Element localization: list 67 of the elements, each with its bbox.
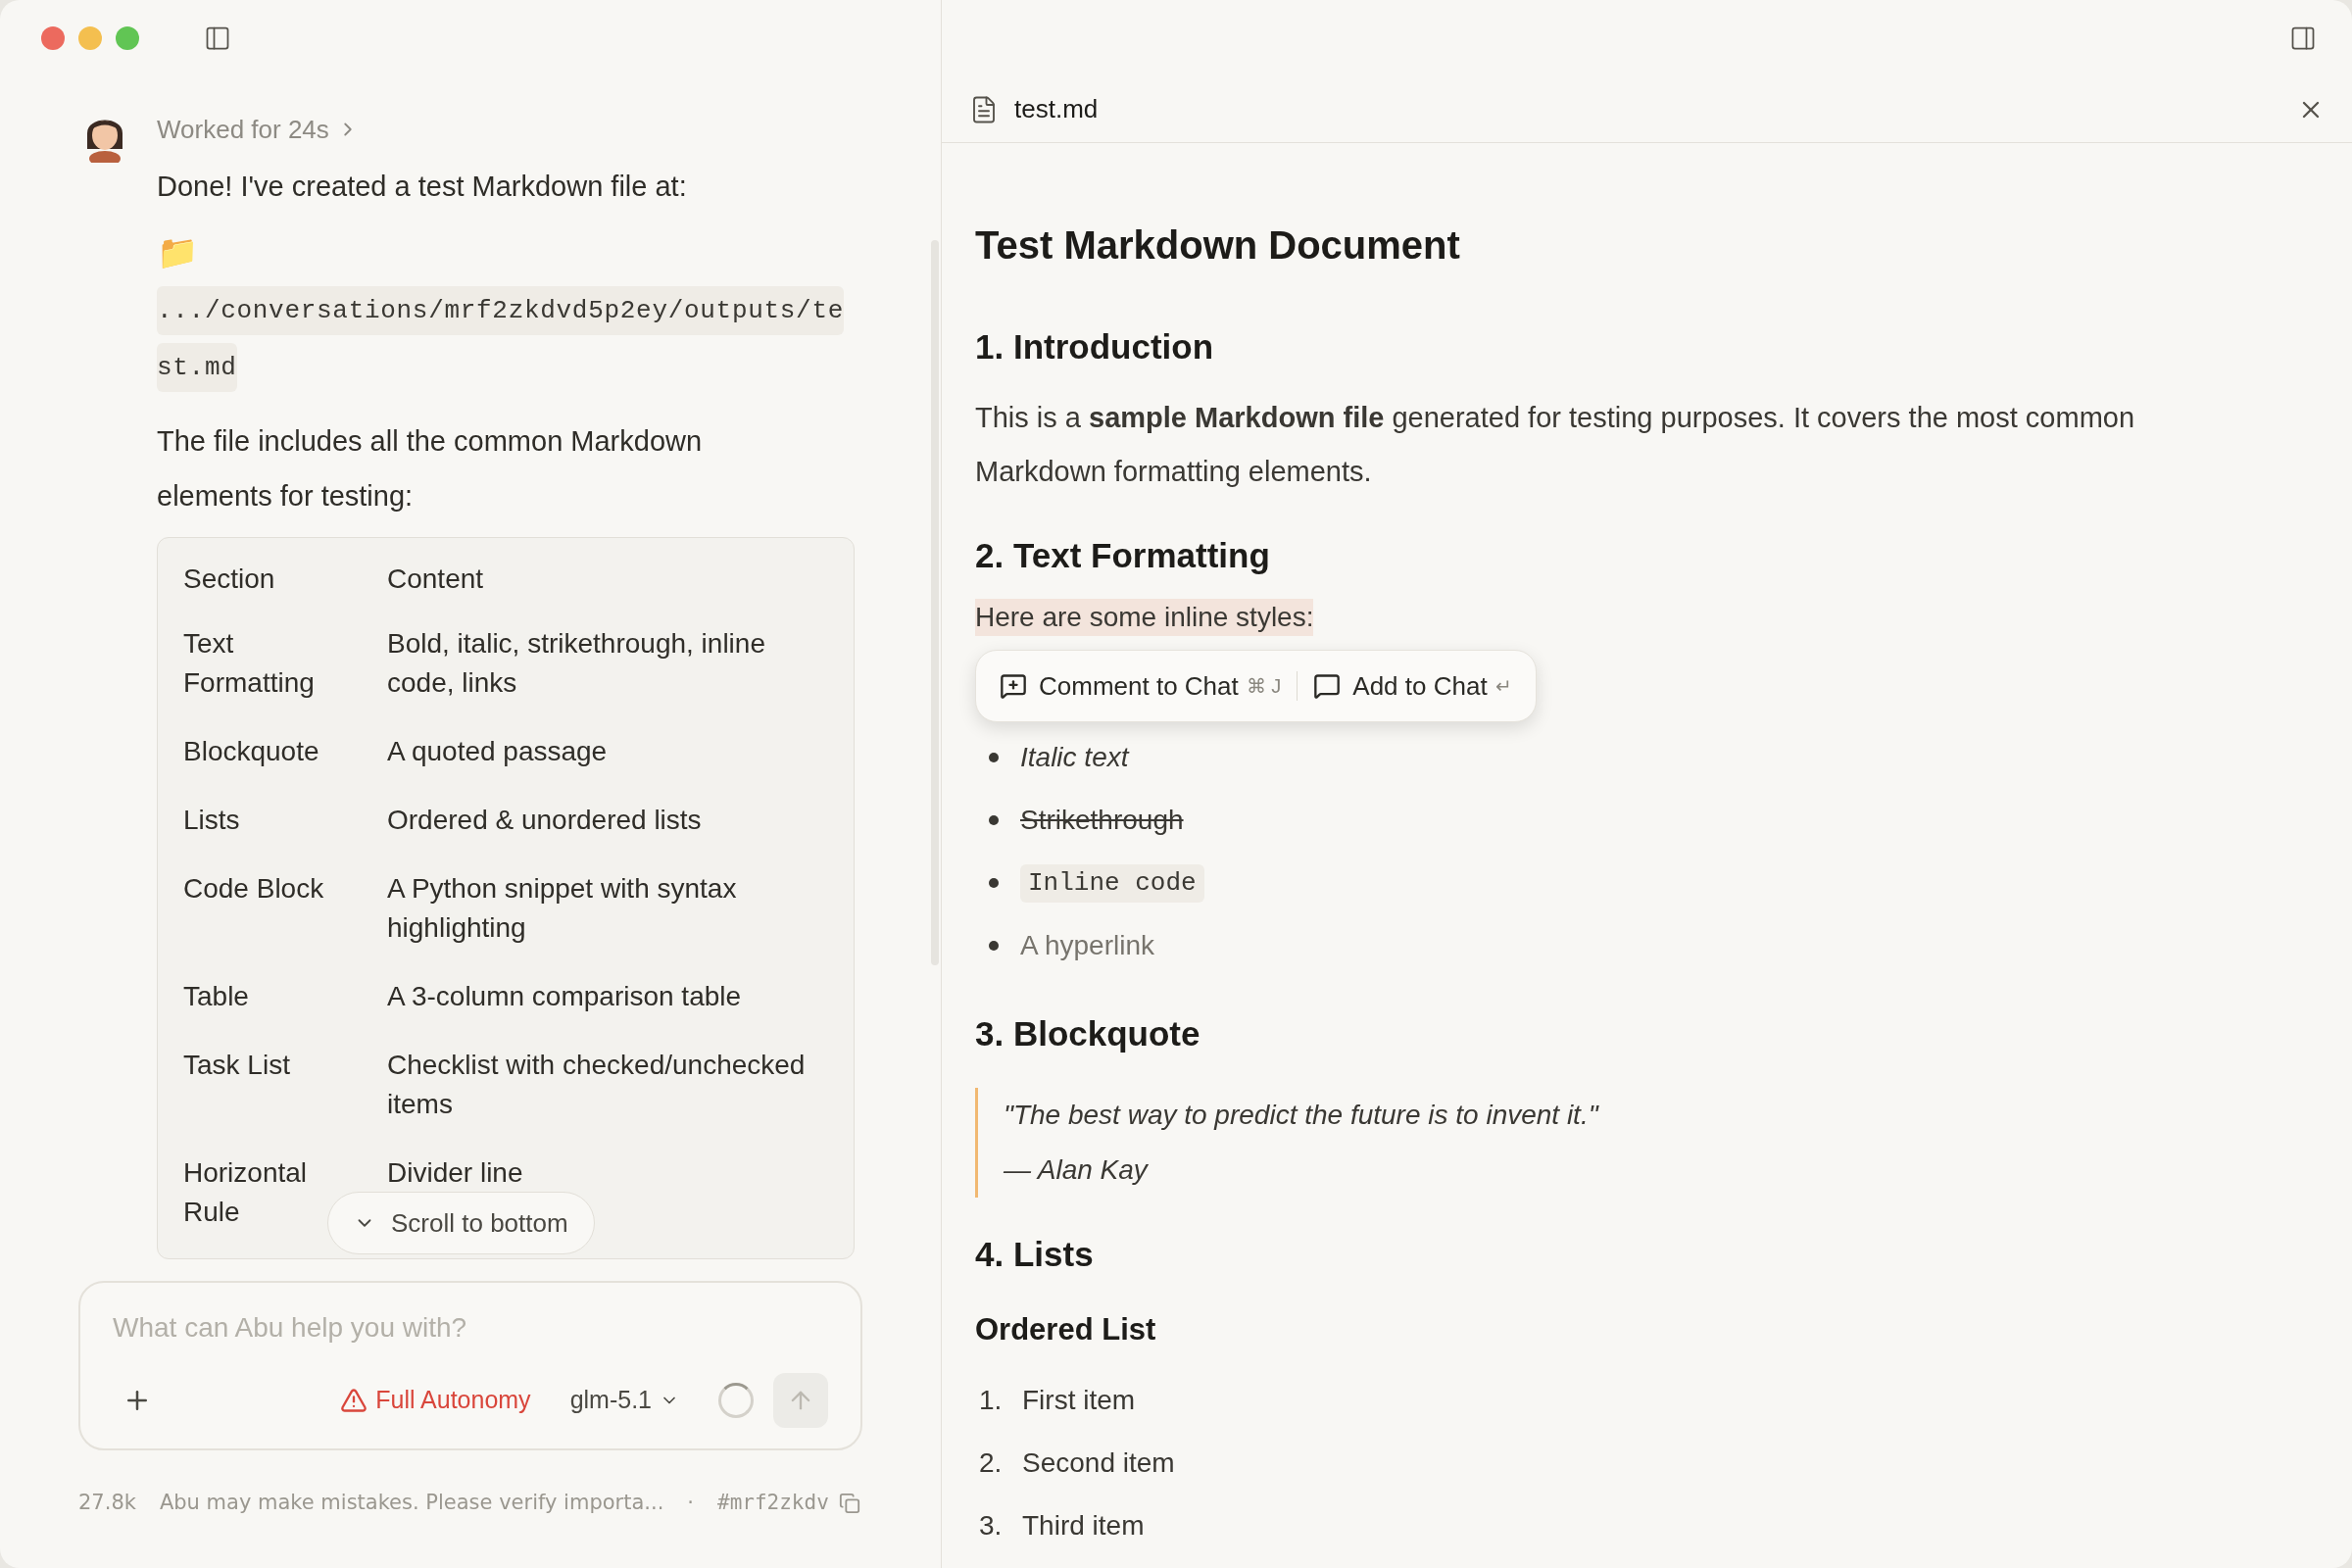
table-cell-text: Text Formatting xyxy=(183,627,316,700)
file-name: test.md xyxy=(1014,93,1099,125)
quote-line: "The best way to predict the future is to invent it." xyxy=(1004,1098,1600,1132)
copy-icon[interactable] xyxy=(838,1492,860,1514)
shortcut-label: ⌘ J xyxy=(1246,674,1282,699)
section-heading: 4. Lists xyxy=(975,1233,1095,1275)
list-item: Strikethrough xyxy=(1020,804,1184,837)
comment-icon xyxy=(1000,672,1027,700)
close-window-button[interactable] xyxy=(41,26,65,50)
table-cell-text: A quoted passage xyxy=(387,735,609,768)
list-item: First item xyxy=(1022,1383,1136,1417)
table-cell-text: Lists xyxy=(183,804,241,837)
separator-dot: · xyxy=(687,1490,694,1516)
panel-toggle-icon[interactable] xyxy=(2289,24,2317,52)
disclaimer-text: Abu may make mistakes. Please verify importa... xyxy=(159,1490,664,1516)
list-number: 3. xyxy=(978,1508,1004,1543)
bullet-icon xyxy=(989,815,999,825)
list-item: Italic text xyxy=(1020,741,1129,774)
bullet-icon xyxy=(989,878,999,888)
table-cell-text: Bold, italic, strikethrough, inline code, links xyxy=(387,627,766,700)
column-header: Content xyxy=(387,563,485,596)
table-cell-text: Horizontal Rule xyxy=(183,1156,309,1229)
list-item: Third item xyxy=(1022,1508,1145,1543)
table-cell-text: Code Block xyxy=(183,872,325,906)
folder-emoji: 📁 xyxy=(157,231,199,273)
minimize-window-button[interactable] xyxy=(78,26,102,50)
subsection-heading: Ordered List xyxy=(975,1311,1157,1348)
table-cell-text: Task List xyxy=(183,1049,291,1082)
table-cell-text: Table xyxy=(183,980,250,1013)
shortcut-label: ↵ xyxy=(1494,674,1512,699)
quote-line: — Alan Kay xyxy=(1004,1152,1150,1187)
bullet-icon xyxy=(989,941,999,951)
add-to-chat-button[interactable]: Add to Chat xyxy=(1313,666,1488,706)
bullet-icon xyxy=(989,753,999,762)
maximize-window-button[interactable] xyxy=(116,26,139,50)
section-heading: 1. Introduction xyxy=(975,326,1215,368)
loading-spinner-icon xyxy=(718,1383,754,1418)
column-header: Section xyxy=(183,563,276,596)
token-count: 27.8k xyxy=(78,1490,136,1516)
hyperlink[interactable]: A hyperlink xyxy=(1020,925,1154,966)
list-number: 2. xyxy=(978,1446,1004,1480)
inline-code: Inline code xyxy=(1020,863,1204,903)
list-item: Second item xyxy=(1022,1446,1175,1480)
section-heading: 2. Text Formatting xyxy=(975,534,1271,576)
table-cell-text: A Python snippet with syntax highlighting xyxy=(387,872,738,945)
paragraph: This is a sample Markdown file generated for testing purposes. It covers the most common Markdown formatting elements. xyxy=(975,400,2136,489)
scroll-to-bottom-button[interactable]: Scroll to bottom xyxy=(327,1192,595,1254)
table-cell-text: Checklist with checked/unchecked items xyxy=(387,1049,807,1121)
section-heading: 3. Blockquote xyxy=(975,1013,1201,1054)
table-cell-text: Blockquote xyxy=(183,735,320,768)
highlighted-text: Here are some inline styles: xyxy=(975,599,1314,636)
warning-icon xyxy=(340,1387,368,1414)
message-input[interactable]: What can Abu help you with? xyxy=(113,1308,828,1348)
list-number: 1. xyxy=(978,1383,1004,1417)
model-selector[interactable]: glm-5.1 xyxy=(569,1382,679,1419)
chat-bubble-icon xyxy=(1313,672,1342,700)
conversation-id: #mrf2zkdv xyxy=(717,1490,829,1516)
table-cell-text: Ordered & unordered lists xyxy=(387,804,703,837)
comment-to-chat-button[interactable]: Comment to Chat xyxy=(1000,666,1239,706)
document-title: Test Markdown Document xyxy=(975,222,1461,269)
autonomy-button[interactable]: Full Autonomy xyxy=(340,1382,531,1419)
sidebar-toggle-icon[interactable] xyxy=(204,24,231,52)
send-button[interactable] xyxy=(773,1373,828,1428)
table-cell-text: A 3-column comparison table xyxy=(387,980,743,1013)
message-text: The file includes all the common Markdown elements for testing: xyxy=(157,424,704,514)
message-text: Done! I've created a test Markdown file at: xyxy=(157,170,688,204)
table-cell-text: Divider line xyxy=(387,1156,524,1190)
